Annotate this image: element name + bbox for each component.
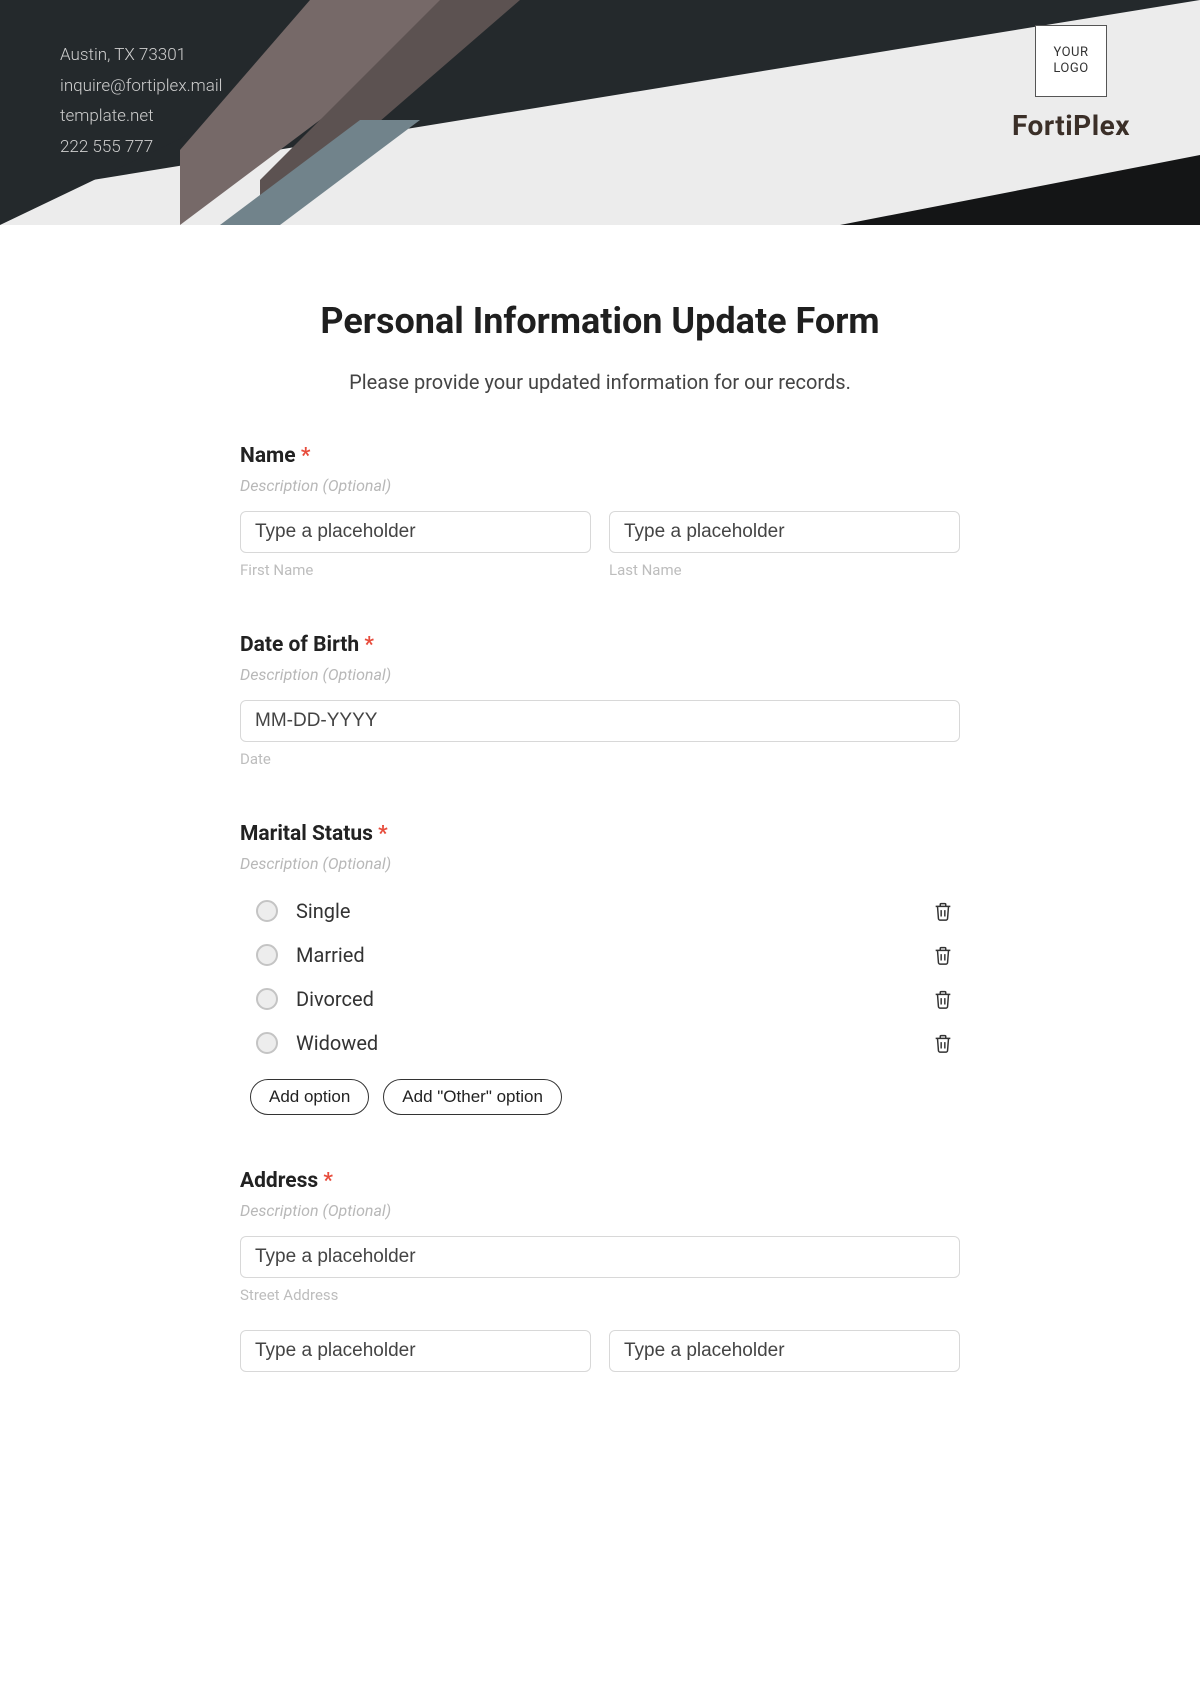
- radio-label: Divorced: [296, 987, 374, 1011]
- radio-option-married[interactable]: Married: [250, 933, 960, 977]
- first-name-input[interactable]: [240, 511, 591, 553]
- radio-icon: [256, 1032, 278, 1054]
- contact-phone: 222 555 777: [60, 132, 223, 163]
- radio-label: Widowed: [296, 1031, 378, 1055]
- required-mark: *: [378, 822, 388, 846]
- required-mark: *: [301, 444, 311, 468]
- logo-placeholder: YOUR LOGO: [1035, 25, 1107, 97]
- radio-icon: [256, 944, 278, 966]
- label-text: Name: [240, 444, 296, 468]
- field-address: Address * Description (Optional) Street …: [240, 1169, 960, 1372]
- contact-email: inquire@fortiplex.mail: [60, 71, 223, 102]
- company-name: FortiPlex: [1012, 109, 1130, 142]
- label-text: Address: [240, 1169, 318, 1193]
- dob-sublabel: Date: [240, 750, 960, 768]
- last-name-input[interactable]: [609, 511, 960, 553]
- contact-address: Austin, TX 73301: [60, 40, 223, 71]
- radio-label: Single: [296, 899, 350, 923]
- field-desc: Description (Optional): [240, 665, 960, 684]
- form-title: Personal Information Update Form: [240, 300, 960, 342]
- field-label-marital: Marital Status *: [240, 822, 960, 846]
- header-corner-shape: [840, 155, 1200, 225]
- trash-icon[interactable]: [932, 900, 954, 922]
- radio-icon: [256, 988, 278, 1010]
- add-other-option-button[interactable]: Add "Other" option: [383, 1079, 562, 1115]
- header-banner: Austin, TX 73301 inquire@fortiplex.mail …: [0, 0, 1200, 225]
- form-container: Personal Information Update Form Please …: [240, 225, 960, 1442]
- dob-input[interactable]: [240, 700, 960, 742]
- radio-icon: [256, 900, 278, 922]
- field-label-dob: Date of Birth *: [240, 633, 960, 657]
- state-input[interactable]: [609, 1330, 960, 1372]
- field-desc: Description (Optional): [240, 1201, 960, 1220]
- add-option-button[interactable]: Add option: [250, 1079, 369, 1115]
- field-desc: Description (Optional): [240, 476, 960, 495]
- street-address-input[interactable]: [240, 1236, 960, 1278]
- radio-option-divorced[interactable]: Divorced: [250, 977, 960, 1021]
- radio-option-widowed[interactable]: Widowed: [250, 1021, 960, 1065]
- radio-option-single[interactable]: Single: [250, 889, 960, 933]
- contact-block: Austin, TX 73301 inquire@fortiplex.mail …: [60, 40, 223, 162]
- logo-area: YOUR LOGO FortiPlex: [1012, 25, 1130, 142]
- last-name-sublabel: Last Name: [609, 561, 960, 579]
- required-mark: *: [364, 633, 374, 657]
- first-name-sublabel: First Name: [240, 561, 591, 579]
- field-label-address: Address *: [240, 1169, 960, 1193]
- street-sublabel: Street Address: [240, 1286, 960, 1304]
- radio-list: Single Married Divorced: [240, 889, 960, 1065]
- form-subtitle: Please provide your updated information …: [240, 370, 960, 394]
- logo-text-line1: YOUR: [1053, 45, 1088, 61]
- field-dob: Date of Birth * Description (Optional) D…: [240, 633, 960, 768]
- radio-label: Married: [296, 943, 365, 967]
- field-name: Name * Description (Optional) First Name…: [240, 444, 960, 579]
- trash-icon[interactable]: [932, 944, 954, 966]
- logo-text-line2: LOGO: [1053, 61, 1088, 77]
- field-label-name: Name *: [240, 444, 960, 468]
- field-marital: Marital Status * Description (Optional) …: [240, 822, 960, 1115]
- trash-icon[interactable]: [932, 1032, 954, 1054]
- contact-website: template.net: [60, 101, 223, 132]
- label-text: Marital Status: [240, 822, 373, 846]
- city-input[interactable]: [240, 1330, 591, 1372]
- required-mark: *: [323, 1169, 333, 1193]
- trash-icon[interactable]: [932, 988, 954, 1010]
- field-desc: Description (Optional): [240, 854, 960, 873]
- label-text: Date of Birth: [240, 633, 359, 657]
